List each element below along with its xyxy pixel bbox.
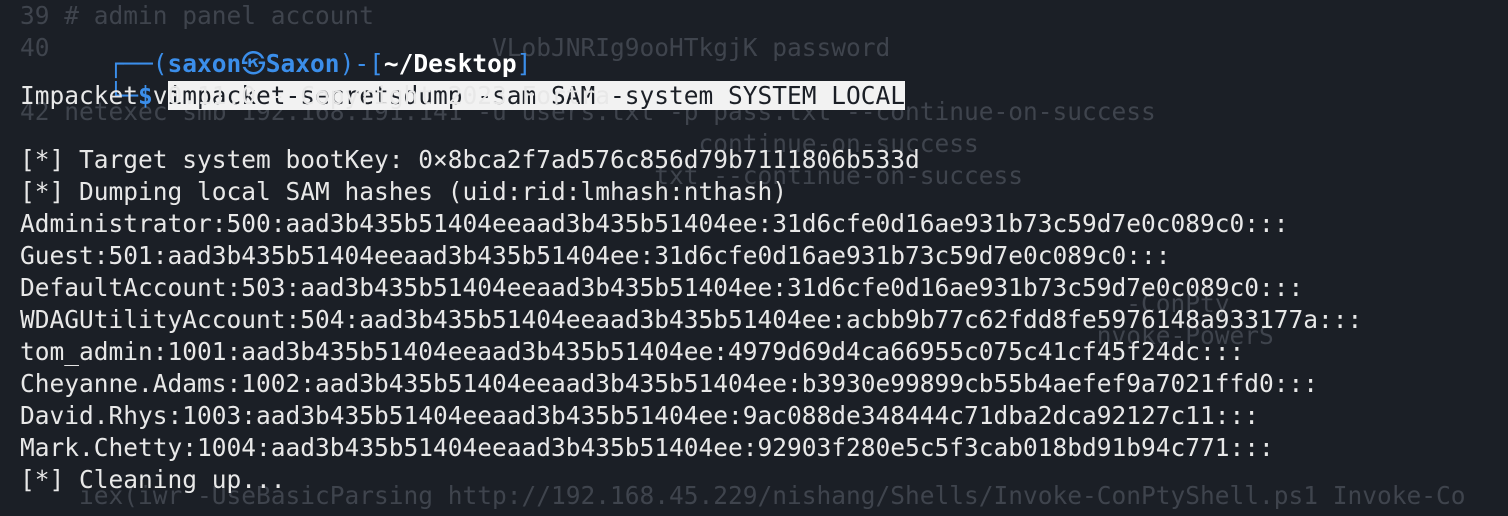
output-line: Mark.Chetty:1004:aad3b435b51404eeaad3b43… — [20, 433, 1274, 462]
output-line: [*] Dumping local SAM hashes (uid:rid:lm… — [20, 177, 788, 206]
output-line: Guest:501:aad3b435b51404eeaad3b435b51404… — [20, 241, 1171, 270]
output-line: [*] Cleaning up... — [20, 465, 286, 494]
prompt-command-line[interactable]: └─$ impacket-secretsdump -sam SAM -syste… — [20, 48, 906, 110]
output-line: tom_admin:1001:aad3b435b51404eeaad3b435b… — [20, 337, 1245, 366]
output-line: Administrator:500:aad3b435b51404eeaad3b4… — [20, 209, 1289, 238]
terminal-window[interactable]: 39 # admin panel account 40 VLobJNRIg9ooH… — [0, 0, 1508, 516]
output-line: DefaultAccount:503:aad3b435b51404eeaad3b… — [20, 273, 1304, 302]
output-line: David.Rhys:1003:aad3b435b51404eeaad3b435… — [20, 401, 1260, 430]
output-line: Impacket v0.11.0 - Copyright 2023 Fortra — [20, 81, 611, 110]
output-line: Cheyanne.Adams:1002:aad3b435b51404eeaad3… — [20, 369, 1319, 398]
output-line: [*] Target system bootKey: 0×8bca2f7ad57… — [20, 145, 920, 174]
output-line: WDAGUtilityAccount:504:aad3b435b51404eea… — [20, 305, 1363, 334]
prompt-header: ┌──(saxon㉿Saxon)-[~/Desktop] — [20, 16, 532, 78]
